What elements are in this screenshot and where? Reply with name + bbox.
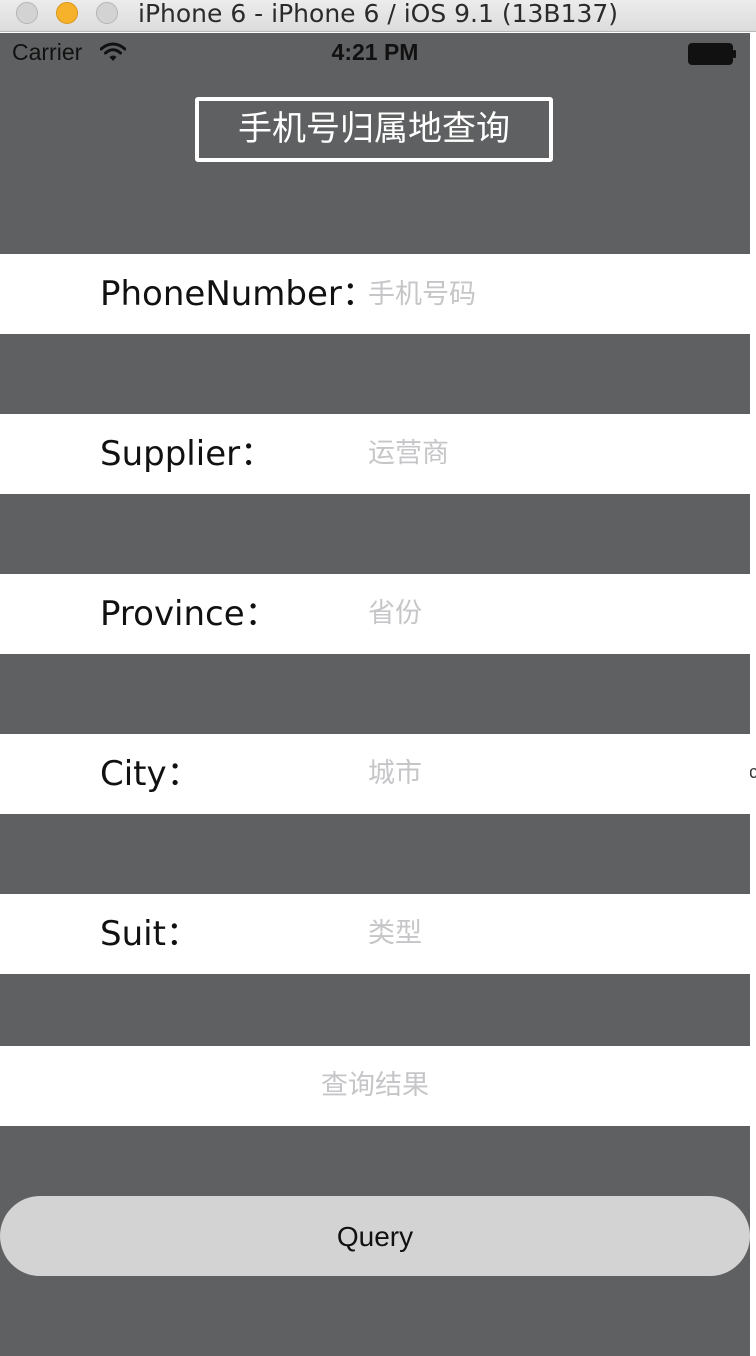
close-window-button[interactable] bbox=[16, 2, 38, 24]
province-value: 省份 bbox=[368, 598, 422, 629]
city-value: 城市 bbox=[368, 758, 422, 789]
status-time: 4:21 PM bbox=[331, 39, 419, 65]
battery-icon bbox=[688, 43, 736, 65]
city-row: City： 城市 bbox=[0, 734, 750, 814]
supplier-value: 运营商 bbox=[368, 438, 449, 469]
phone-number-input[interactable] bbox=[368, 274, 738, 314]
zoom-window-button[interactable] bbox=[96, 2, 118, 24]
city-label: City： bbox=[100, 754, 201, 794]
suit-value: 类型 bbox=[368, 918, 422, 949]
window-edge bbox=[750, 33, 756, 1356]
query-button[interactable]: Query bbox=[0, 1196, 750, 1276]
province-label: Province： bbox=[100, 594, 279, 634]
phone-number-row: PhoneNumber： bbox=[0, 254, 750, 334]
minimize-window-button[interactable] bbox=[56, 2, 78, 24]
suit-label: Suit： bbox=[100, 914, 200, 954]
supplier-row: Supplier： 运营商 bbox=[0, 414, 750, 494]
status-bar: Carrier 4:21 PM bbox=[0, 33, 750, 73]
query-result-text: 查询结果 bbox=[321, 1070, 429, 1101]
province-row: Province： 省份 bbox=[0, 574, 750, 654]
clipped-edge-glyph: c bbox=[749, 762, 756, 782]
page-title: 手机号归属地查询 bbox=[195, 97, 553, 162]
suit-row: Suit： 类型 bbox=[0, 894, 750, 974]
phone-number-label: PhoneNumber： bbox=[100, 274, 376, 314]
simulator-screen: Carrier 4:21 PM 手机号归属地查询 PhoneNumber： Su… bbox=[0, 33, 750, 1356]
supplier-label: Supplier： bbox=[100, 434, 275, 474]
window-titlebar: iPhone 6 - iPhone 6 / iOS 9.1 (13B137) bbox=[0, 0, 756, 32]
window-title: iPhone 6 - iPhone 6 / iOS 9.1 (13B137) bbox=[138, 0, 619, 28]
query-result-row: 查询结果 bbox=[0, 1046, 750, 1126]
